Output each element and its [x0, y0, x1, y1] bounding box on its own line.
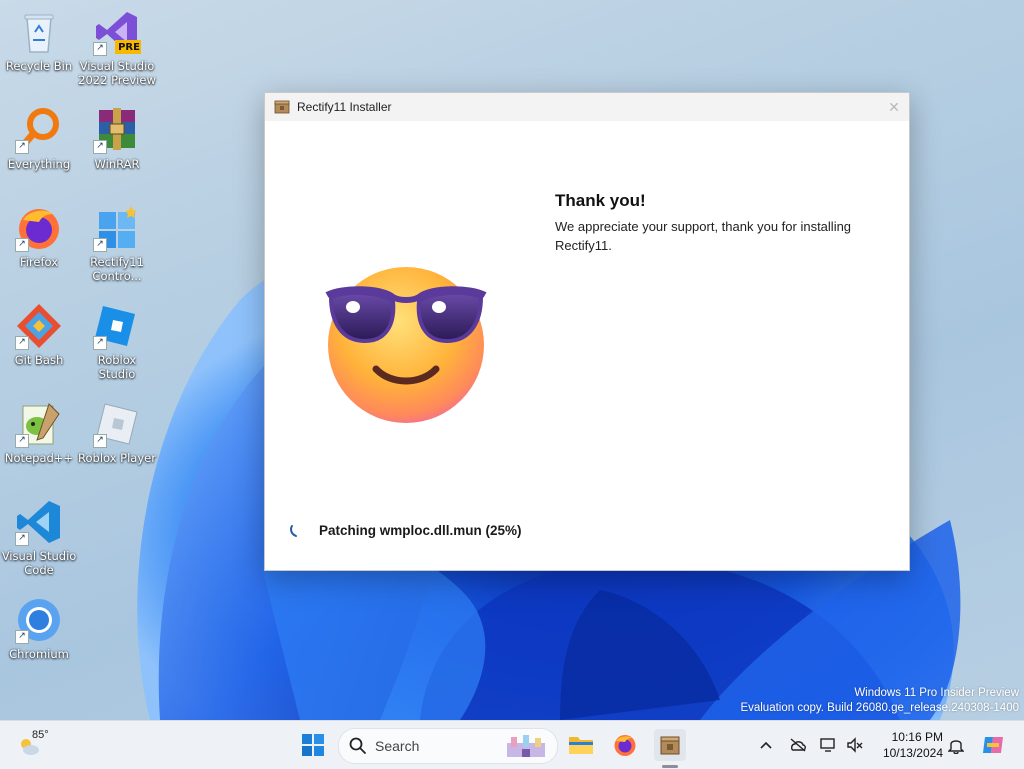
desktop-icon-label: Git Bash	[14, 353, 64, 367]
watermark-edition: Windows 11 Pro Insider Preview	[854, 687, 1019, 699]
install-status: Patching wmploc.dll.mun (25%)	[289, 523, 522, 538]
desktop-icon-roblox-player[interactable]: ↗ Roblox Player	[78, 400, 156, 465]
sunglasses-emoji-icon	[325, 267, 487, 423]
close-icon: ✕	[888, 99, 900, 115]
onedrive-tray-button[interactable]	[788, 735, 808, 755]
copilot-icon	[983, 737, 1003, 753]
desktop-icon-visual-studio[interactable]: PRE ↗ Visual Studio 2022 Preview	[78, 8, 156, 87]
desktop-icon-notepad-plus-plus[interactable]: ↗ Notepad++	[0, 400, 78, 465]
shortcut-arrow-icon: ↗	[15, 336, 29, 350]
start-icon	[302, 734, 324, 756]
taskbar-clock[interactable]: 10:16 PM 10/13/2024	[873, 729, 943, 761]
start-button[interactable]	[297, 729, 329, 761]
notifications-button[interactable]	[946, 735, 966, 755]
loading-spinner-icon	[290, 524, 297, 537]
desktop-icon-label: Visual Studio Code	[1, 549, 77, 577]
network-icon	[820, 738, 835, 752]
desktop-icon-label: Chromium	[9, 647, 69, 661]
shortcut-arrow-icon: ↗	[15, 630, 29, 644]
thank-you-message: We appreciate your support, thank you fo…	[555, 219, 852, 253]
taskbar: 85° Search 10:16 PM 10/13/2024	[0, 720, 1024, 769]
desktop-icon-label: Everything	[7, 157, 71, 171]
preview-badge: PRE	[118, 42, 140, 53]
clock-date: 10/13/2024	[882, 746, 943, 760]
shortcut-arrow-icon: ↗	[93, 434, 107, 448]
search-icon	[349, 737, 366, 754]
recycle-bin-icon	[24, 14, 54, 53]
rectify11-installer-icon	[660, 736, 680, 755]
taskbar-rectify11-installer[interactable]	[654, 729, 686, 761]
shortcut-arrow-icon: ↗	[93, 42, 107, 56]
weather-temperature: 85°	[32, 729, 49, 741]
close-button[interactable]: ✕	[879, 93, 909, 121]
shortcut-arrow-icon: ↗	[15, 532, 29, 546]
bell-icon	[948, 740, 964, 754]
shortcut-arrow-icon: ↗	[93, 336, 107, 350]
install-status-text: Patching wmploc.dll.mun (25%)	[319, 523, 522, 538]
network-tray-button[interactable]	[819, 735, 839, 755]
thank-you-heading: Thank you!	[555, 191, 646, 210]
copilot-button[interactable]	[980, 732, 1006, 758]
weather-widget[interactable]: 85°	[14, 727, 58, 763]
thank-you-section: Thank you! We appreciate your support, t…	[555, 191, 855, 255]
desktop-icon-label: Recycle Bin	[5, 59, 73, 73]
chevron-up-icon	[760, 741, 772, 749]
show-hidden-icons-button[interactable]	[756, 735, 776, 755]
desktop-icon-winrar[interactable]: ↗ WinRAR	[78, 106, 156, 171]
desktop-icon-roblox-studio[interactable]: ↗ Roblox Studio	[78, 302, 156, 381]
shortcut-arrow-icon: ↗	[15, 140, 29, 154]
shortcut-arrow-icon: ↗	[93, 238, 107, 252]
taskbar-search-box[interactable]: Search	[338, 728, 558, 764]
desktop-icon-git-bash[interactable]: ↗ Git Bash	[0, 302, 78, 367]
watermark-build: Evaluation copy. Build 26080.ge_release.…	[740, 702, 1019, 714]
desktop-icon-chromium[interactable]: ↗ Chromium	[0, 596, 78, 661]
search-placeholder: Search	[375, 738, 420, 754]
os-watermark: Windows 11 Pro Insider Preview Evaluatio…	[740, 686, 1019, 716]
volume-muted-icon	[847, 737, 863, 753]
shortcut-arrow-icon: ↗	[15, 238, 29, 252]
taskbar-firefox[interactable]	[609, 729, 641, 761]
volume-tray-button[interactable]	[845, 735, 865, 755]
desktop-icon-rectify11-control[interactable]: ↗ Rectify11 Contro...	[78, 204, 156, 283]
search-highlight-castle-icon	[507, 735, 545, 757]
installer-app-icon	[274, 100, 290, 114]
shortcut-arrow-icon: ↗	[93, 140, 107, 154]
desktop-icon-label: Rectify11 Contro...	[90, 255, 144, 283]
taskbar-file-explorer[interactable]	[565, 729, 597, 761]
desktop-icon-everything[interactable]: ↗ Everything	[0, 106, 78, 171]
desktop-icon-recycle-bin[interactable]: Recycle Bin	[0, 8, 78, 73]
desktop-icon-label: WinRAR	[94, 157, 140, 171]
cloud-offline-icon	[790, 738, 806, 752]
desktop-icon-label: Firefox	[19, 255, 59, 269]
desktop-icon-label: Roblox Studio	[97, 353, 137, 381]
desktop-icon-vscode[interactable]: ↗ Visual Studio Code	[0, 498, 78, 577]
window-title: Rectify11 Installer	[297, 100, 392, 114]
installer-window[interactable]: Rectify11 Installer ✕ Thank you! We appr…	[264, 92, 910, 571]
desktop-icon-label: Roblox Player	[78, 451, 156, 465]
desktop-icon-label: Notepad++	[4, 451, 74, 465]
installer-titlebar[interactable]: Rectify11 Installer ✕	[265, 93, 909, 121]
clock-time: 10:16 PM	[891, 730, 943, 744]
desktop-icon-label: Visual Studio 2022 Preview	[78, 59, 156, 87]
desktop-icon-firefox[interactable]: ↗ Firefox	[0, 204, 78, 269]
file-explorer-icon	[569, 737, 593, 754]
firefox-icon	[614, 735, 636, 756]
shortcut-arrow-icon: ↗	[15, 434, 29, 448]
